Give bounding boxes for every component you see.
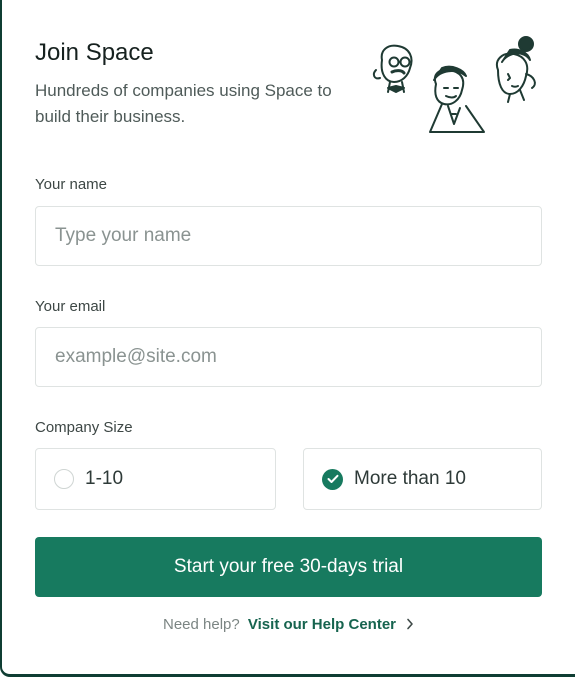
page-title: Join Space [35, 39, 154, 66]
help-center-link[interactable]: Visit our Help Center [248, 616, 414, 633]
company-size-option-more-than-10[interactable]: More than 10 [303, 448, 542, 510]
radio-checked-icon[interactable] [322, 468, 343, 490]
company-size-label: Company Size [35, 419, 133, 436]
option-label: 1-10 [85, 468, 124, 489]
page-subtitle: Hundreds of companies using Space to bui… [35, 81, 332, 126]
three-people-sketch-icon [372, 36, 536, 133]
email-input[interactable] [35, 327, 542, 387]
help-prefix: Need help? [163, 616, 240, 633]
radio-unchecked-icon[interactable] [54, 469, 74, 489]
start-trial-button[interactable]: Start your free 30-days trial [35, 537, 542, 597]
email-label: Your email [35, 298, 106, 315]
name-label: Your name [35, 176, 107, 193]
help-center-link-label: Visit our Help Center [247, 616, 396, 633]
chevron-right-icon [407, 618, 413, 630]
company-size-option-1-10[interactable]: 1-10 [35, 448, 276, 510]
option-label: More than 10 [354, 468, 466, 489]
name-input[interactable] [35, 206, 542, 266]
checkmark-icon [327, 474, 338, 483]
signup-card: Join Space Hundreds of companies using S… [0, 0, 575, 677]
help-row: Need help? Visit our Help Center [2, 616, 575, 633]
